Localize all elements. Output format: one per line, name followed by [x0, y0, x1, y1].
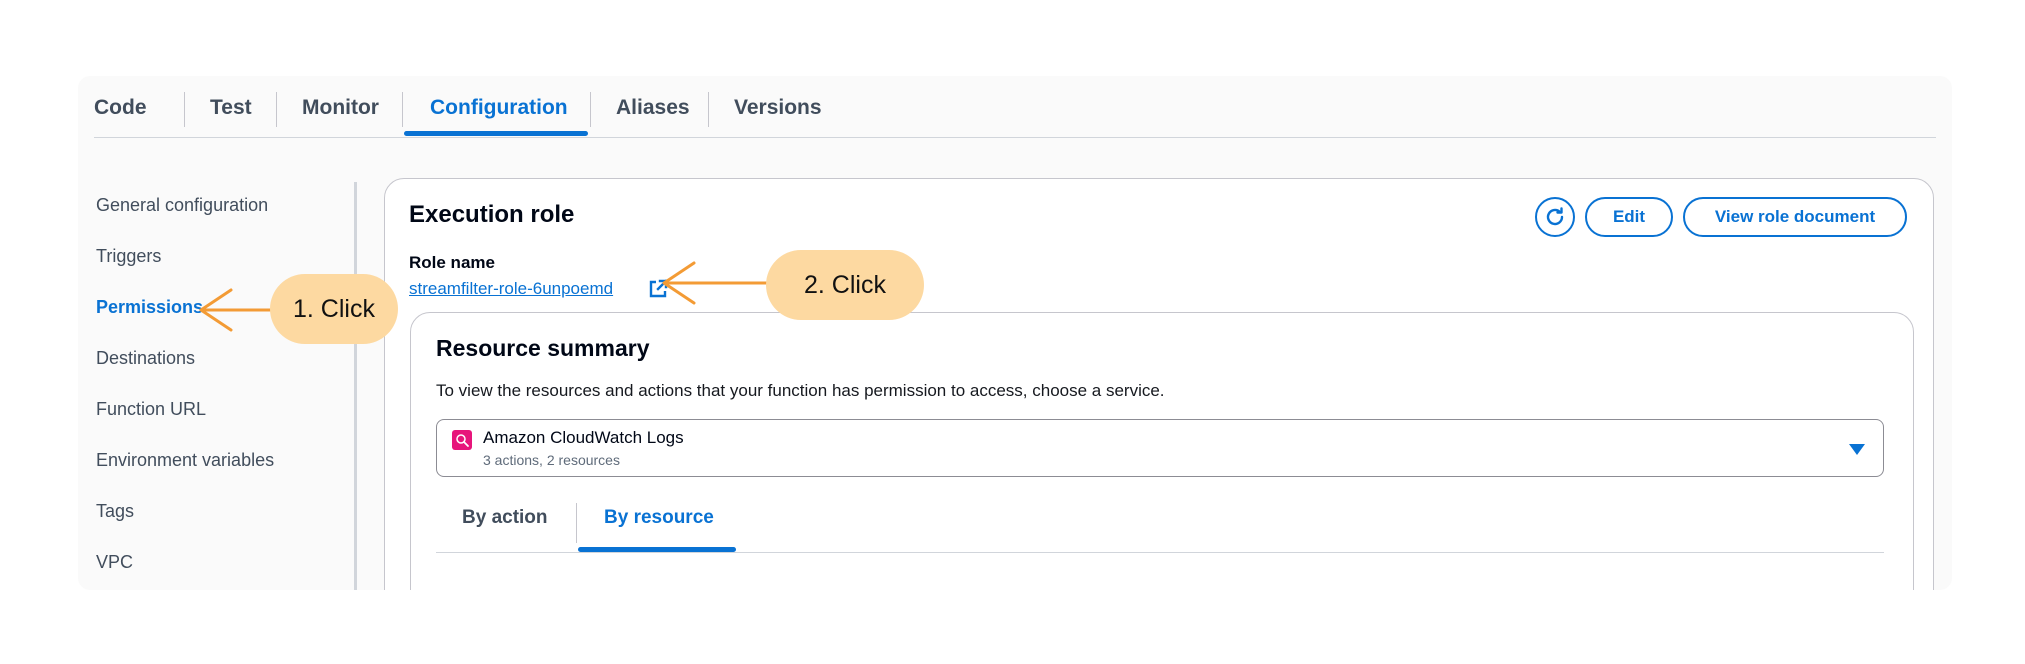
tab-divider: [402, 92, 403, 127]
tab-divider: [184, 92, 185, 127]
sidebar-item-function-url[interactable]: Function URL: [96, 399, 206, 420]
service-meta: 3 actions, 2 resources: [483, 452, 620, 468]
tab-divider: [276, 92, 277, 127]
annotation-arrow-2: [662, 261, 772, 305]
sidebar-divider: [354, 182, 357, 590]
sidebar-item-tags[interactable]: Tags: [96, 501, 134, 522]
tab-configuration[interactable]: Configuration: [430, 96, 568, 120]
tab-monitor[interactable]: Monitor: [302, 96, 379, 120]
tab-divider: [708, 92, 709, 127]
resource-summary-title: Resource summary: [436, 335, 650, 361]
refresh-icon: [1546, 207, 1564, 226]
annotation-bubble-1: 1. Click: [270, 274, 398, 344]
service-name: Amazon CloudWatch Logs: [483, 428, 684, 447]
tab-versions[interactable]: Versions: [734, 96, 822, 120]
tab-by-action[interactable]: By action: [462, 507, 548, 529]
tab-divider: [590, 92, 591, 127]
annotation-bubble-2: 2. Click: [766, 250, 924, 320]
function-tabs: Code Test Monitor Configuration Aliases …: [94, 76, 1936, 138]
view-role-document-button[interactable]: View role document: [1683, 197, 1907, 237]
tab-divider: [576, 503, 577, 543]
tab-aliases[interactable]: Aliases: [616, 96, 690, 120]
execution-role-title: Execution role: [409, 201, 575, 228]
refresh-button[interactable]: [1535, 197, 1575, 237]
tab-code[interactable]: Code: [94, 96, 147, 120]
tab-by-resource[interactable]: By resource: [604, 507, 714, 529]
execution-role-card: Execution role Edit View role document R…: [384, 178, 1934, 590]
sidebar-item-permissions[interactable]: Permissions: [96, 297, 203, 318]
edit-button[interactable]: Edit: [1585, 197, 1673, 237]
sidebar-item-vpc[interactable]: VPC: [96, 552, 133, 573]
role-name-link[interactable]: streamfilter-role-6unpoemd: [409, 279, 613, 299]
cloudwatch-logs-icon: [452, 430, 472, 450]
service-select[interactable]: Amazon CloudWatch Logs 3 actions, 2 reso…: [436, 419, 1884, 477]
tab-test[interactable]: Test: [210, 96, 252, 120]
active-tab-indicator: [404, 131, 588, 136]
sidebar-item-destinations[interactable]: Destinations: [96, 348, 195, 369]
active-subtab-indicator: [578, 547, 736, 552]
resource-summary-description: To view the resources and actions that y…: [436, 381, 1165, 400]
resource-summary-panel: Resource summary To view the resources a…: [410, 312, 1914, 590]
sidebar-item-general-configuration[interactable]: General configuration: [96, 195, 268, 216]
caret-down-icon: [1849, 444, 1865, 455]
role-name-label: Role name: [409, 253, 495, 272]
resource-summary-tabs: By action By resource: [436, 497, 1884, 553]
sidebar-item-triggers[interactable]: Triggers: [96, 246, 161, 267]
sidebar-item-environment-variables[interactable]: Environment variables: [96, 450, 274, 471]
